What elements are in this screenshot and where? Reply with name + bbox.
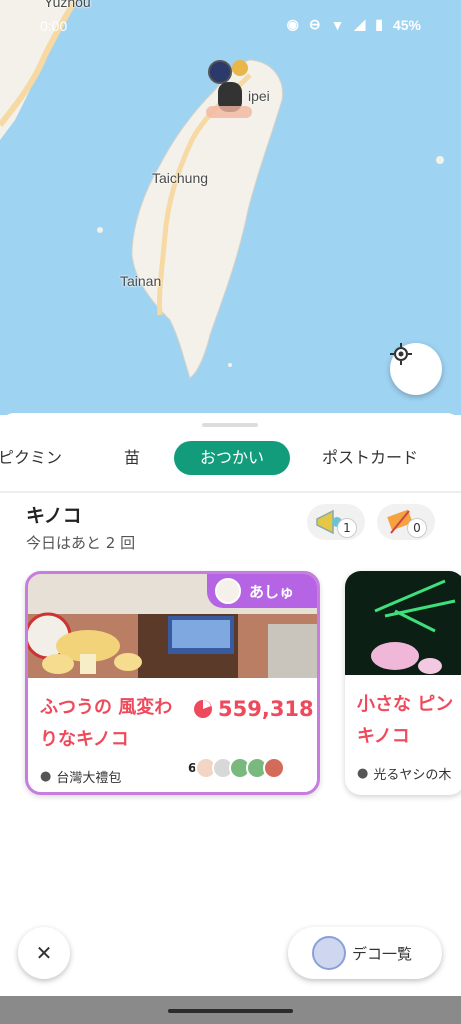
deco-list-button[interactable]: デコ一覧 xyxy=(288,927,442,979)
dnd-icon: ⊖ xyxy=(308,16,321,32)
owner-name: あしゅ xyxy=(249,582,295,601)
locate-button[interactable] xyxy=(390,343,442,395)
tab-bar: ピクミン 苗 おつかい ポストカード xyxy=(0,441,461,477)
battery-percent: 45% xyxy=(392,16,421,33)
location-icon: ◉ xyxy=(286,16,299,32)
status-bar: 0:00 ◉ ⊖ ▼ ◢ ▮ 45% xyxy=(0,0,461,52)
remaining-count: 今日はあと 2 回 xyxy=(26,534,136,552)
section-title: キノコ xyxy=(26,505,82,527)
player-avatar[interactable] xyxy=(204,58,260,122)
mushroom-hp: 559,318 xyxy=(192,697,314,721)
location-row: ● 台灣大禮包 xyxy=(40,767,121,786)
tab-expedition[interactable]: おつかい xyxy=(174,441,290,475)
location-row: ● 光るヤシの木 xyxy=(357,764,451,783)
location-name: 光るヤシの木 xyxy=(373,768,452,783)
map-label-tainan: Tainan xyxy=(120,273,162,289)
status-time: 0:00 xyxy=(40,18,68,34)
tab-divider xyxy=(0,491,461,493)
bottom-sheet: ピクミン 苗 おつかい ポストカード キノコ 今日はあと 2 回 1 0 あしゅ… xyxy=(0,413,461,1024)
battery-icon: ▮ xyxy=(375,16,383,32)
card-photo xyxy=(345,571,461,675)
expedition-card[interactable]: 小さな ピンキノコ ● 光るヤシの木 xyxy=(345,571,461,795)
location-pin-icon: ● xyxy=(357,766,369,781)
home-gesture-bar[interactable] xyxy=(168,1009,293,1013)
participant-avatar xyxy=(263,757,286,779)
signal-icon: ◢ xyxy=(354,16,366,32)
hp-value: 559,318 xyxy=(218,697,314,721)
tab-postcard[interactable]: ポストカード xyxy=(322,441,418,475)
owner-avatar xyxy=(215,578,241,604)
item-flag[interactable]: 0 xyxy=(377,504,435,540)
palm-photo xyxy=(345,571,461,675)
participants: 6 xyxy=(188,757,286,779)
wifi-icon: ▼ xyxy=(330,16,345,33)
status-icons: ◉ ⊖ ▼ ◢ ▮ 45% xyxy=(287,16,421,33)
expedition-card[interactable]: あしゅ ふつうの 風変わりなキノコ 559,318 ● 台灣大禮包 6 xyxy=(25,571,320,795)
crosshair-icon xyxy=(390,343,412,365)
card-photo: あしゅ xyxy=(28,574,317,678)
close-button[interactable]: ✕ xyxy=(18,927,70,979)
location-pin-icon: ● xyxy=(40,769,52,784)
item-flag-count: 0 xyxy=(407,518,427,538)
item-horn[interactable]: 1 xyxy=(307,504,365,540)
tab-pikmin[interactable]: ピクミン xyxy=(0,441,62,475)
mushroom-name: ふつうの 風変わりなキノコ xyxy=(40,697,173,750)
sheet-drag-handle[interactable] xyxy=(202,423,258,427)
tab-seedling[interactable]: 苗 xyxy=(124,441,140,475)
system-nav-bar xyxy=(0,996,461,1024)
location-name: 台灣大禮包 xyxy=(56,771,122,786)
deco-list-label: デコ一覧 xyxy=(352,944,413,963)
owner-tag[interactable]: あしゅ xyxy=(207,574,317,608)
map-label-taichung: Taichung xyxy=(152,170,209,186)
deco-badge-icon xyxy=(312,936,346,970)
hp-pie-icon xyxy=(194,700,212,718)
close-icon: ✕ xyxy=(35,941,53,965)
item-horn-count: 1 xyxy=(337,518,357,538)
mushroom-name: 小さな ピンキノコ xyxy=(357,694,454,747)
map-view[interactable]: Yuzhou ipei Taichung Tainan 0:00 ◉ ⊖ ▼ ◢… xyxy=(0,0,461,415)
